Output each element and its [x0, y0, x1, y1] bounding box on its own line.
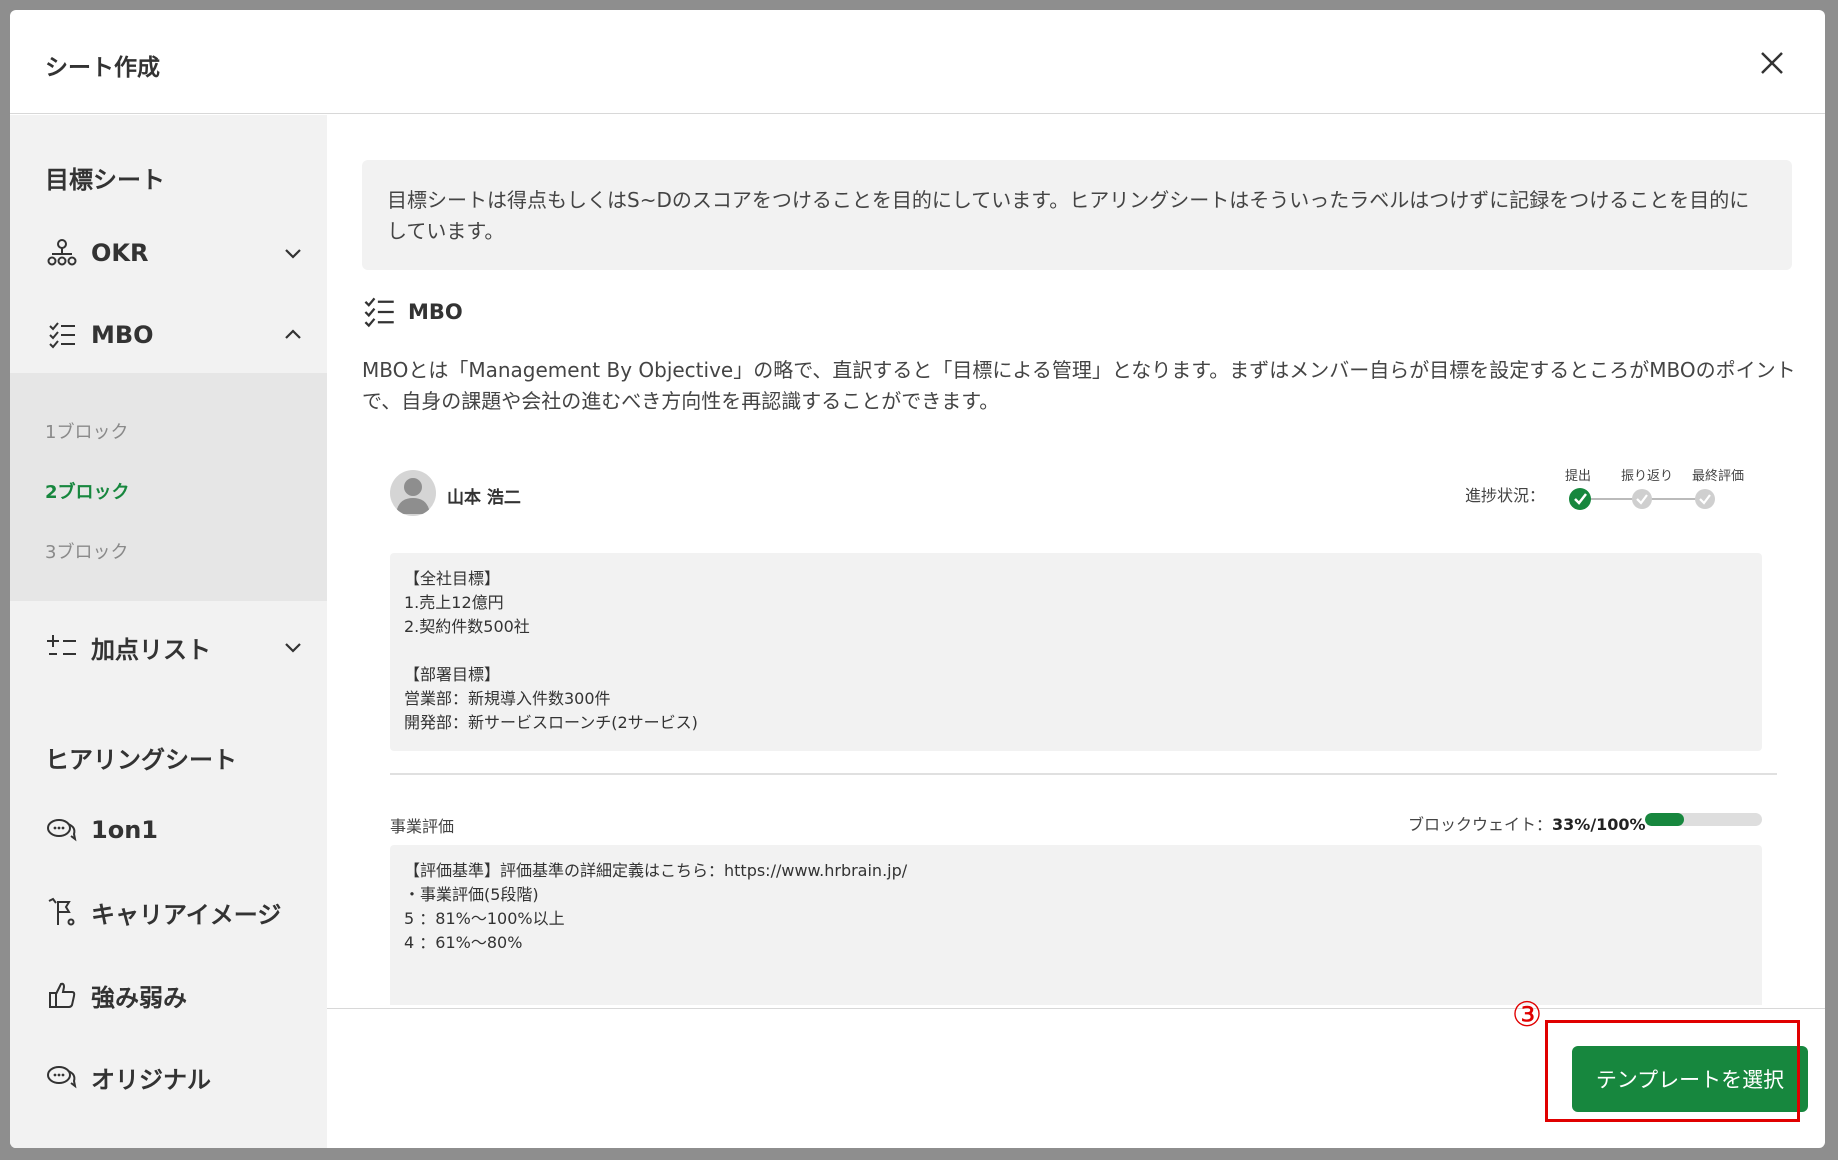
chevron-down-icon [285, 643, 301, 653]
close-icon[interactable] [1757, 48, 1787, 78]
sidebar-item-original-label: オリジナル [91, 1065, 211, 1094]
sidebar-item-1on1-label: 1on1 [91, 816, 158, 844]
sidebar-item-career-image[interactable]: キャリアイメージ [45, 892, 305, 932]
progress-steps: 提出 振り返り 最終評価 [1565, 465, 1765, 525]
chevron-down-icon [285, 249, 301, 259]
hearing-sheet-section-title: ヒアリングシート [45, 746, 237, 774]
chat-bubbles-icon [45, 813, 79, 847]
mbo-sub-item-1[interactable]: 1ブロック [45, 418, 128, 444]
mbo-heading-label: MBO [408, 300, 463, 324]
sheet-create-modal: シート作成 目標シート OKR MBO 1ブロック 2ブロック 3ブロック 加点… [10, 10, 1825, 1148]
template-preview: 山本 浩二 進捗状況： 提出 振り返り 最終評価 【全社目標】 1.売上12億円… [362, 445, 1777, 1005]
sidebar-item-bonus-list-label: 加点リスト [91, 635, 211, 664]
step-label-final: 最終評価 [1692, 469, 1745, 484]
org-chart-icon [45, 236, 79, 270]
check-circle-done-icon [1569, 488, 1591, 510]
mbo-sub-panel: 1ブロック 2ブロック 3ブロック [10, 373, 327, 601]
flag-path-icon [45, 895, 79, 929]
progress-track [1569, 488, 1715, 510]
mbo-heading: MBO [362, 295, 463, 329]
modal-header: シート作成 [10, 10, 1825, 114]
mbo-sub-item-2[interactable]: 2ブロック [45, 478, 130, 504]
template-content: 目標シートは得点もしくはS~Dのスコアをつけることを目的にしています。ヒアリング… [327, 115, 1825, 1008]
sidebar-item-strengths-weaknesses[interactable]: 強み弱み [45, 975, 305, 1015]
chevron-up-icon [285, 329, 301, 339]
block-weight-bar [1645, 813, 1762, 826]
block-weight-value: 33%/100% [1552, 815, 1646, 834]
sidebar-item-original[interactable]: オリジナル [45, 1057, 305, 1097]
user-name: 山本 浩二 [447, 488, 521, 508]
step-label-submit: 提出 [1565, 469, 1592, 484]
step-label-review: 振り返り [1621, 469, 1674, 484]
sidebar-item-mbo[interactable]: MBO [45, 315, 305, 355]
sidebar-item-career-image-label: キャリアイメージ [91, 900, 282, 929]
avatar [390, 470, 436, 516]
mbo-description: MBOとは「Management By Objective」の略で、直訳すると「… [362, 358, 1796, 413]
goals-box: 【全社目標】 1.売上12億円 2.契約件数500社 【部署目標】 営業部：新規… [390, 553, 1762, 751]
divider [390, 773, 1777, 775]
annotation-step-number: ③ [1511, 995, 1543, 1035]
sidebar-item-okr-label: OKR [91, 239, 149, 267]
sidebar-item-strengths-weaknesses-label: 強み弱み [91, 983, 187, 1012]
checklist-icon [364, 297, 394, 328]
block-weight-label: ブロックウェイト：33%/100% [1408, 811, 1646, 835]
sidebar-item-okr[interactable]: OKR [45, 233, 305, 273]
thumbs-up-icon [45, 978, 79, 1012]
sidebar-item-mbo-label: MBO [91, 321, 154, 349]
checklist-icon [45, 318, 79, 352]
sidebar: 目標シート OKR MBO 1ブロック 2ブロック 3ブロック 加点リスト ヒア… [10, 115, 327, 1148]
annotation-highlight-box [1545, 1020, 1800, 1122]
business-eval-label: 事業評価 [390, 817, 455, 836]
sidebar-item-1on1[interactable]: 1on1 [45, 810, 305, 850]
goal-sheet-section-title: 目標シート [45, 166, 165, 194]
modal-title: シート作成 [45, 55, 160, 81]
chat-bubbles-icon [45, 1060, 79, 1094]
progress-status-label: 進捗状況： [1465, 486, 1546, 505]
block-weight-fill [1645, 813, 1684, 826]
plus-list-icon [45, 630, 79, 664]
criteria-box: 【評価基準】評価基準の詳細定義はこちら：https://www.hrbrain.… [390, 845, 1762, 1005]
info-box: 目標シートは得点もしくはS~Dのスコアをつけることを目的にしています。ヒアリング… [362, 160, 1792, 270]
block-weight-prefix: ブロックウェイト： [1408, 815, 1553, 834]
check-circle-pending-icon [1695, 489, 1715, 509]
check-circle-pending-icon [1632, 489, 1652, 509]
mbo-sub-item-3[interactable]: 3ブロック [45, 538, 128, 564]
sidebar-item-bonus-list[interactable]: 加点リスト [45, 627, 305, 667]
